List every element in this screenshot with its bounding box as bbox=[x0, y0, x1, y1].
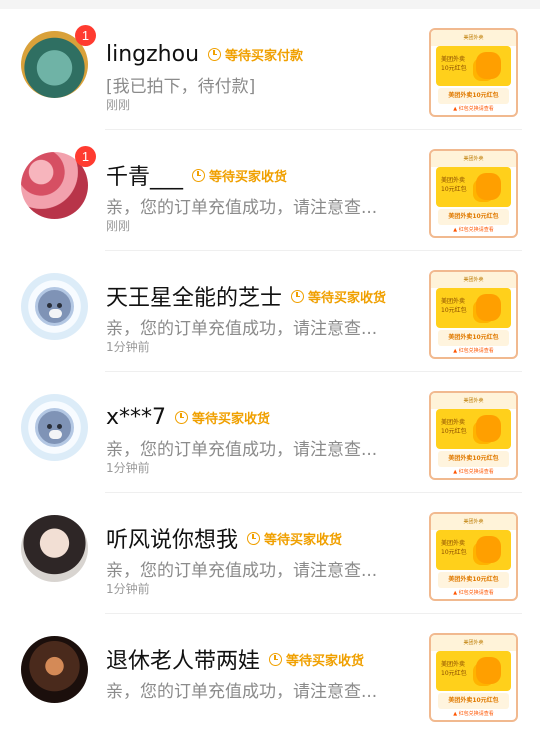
order-status: 等待买家收货 bbox=[192, 166, 287, 185]
product-thumbnail[interactable]: 美团外卖 美团外卖 10元红包 美团外卖10元红包 ▲ 红包兑换请查看 bbox=[429, 270, 518, 359]
product-thumbnail[interactable]: 美团外卖 美团外卖 10元红包 美团外卖10元红包 ▲ 红包兑换请查看 bbox=[429, 149, 518, 238]
conversation-row[interactable]: 1 lingzhou 等待买家付款 [我已拍下，待付款] 刚刚 美团外卖 美团外… bbox=[0, 9, 540, 130]
seal-avatar bbox=[21, 394, 88, 461]
product-card-top: 美团外卖 bbox=[431, 30, 516, 46]
product-card-note: ▲ 红包兑换请查看 bbox=[453, 469, 494, 475]
product-card-top: 美团外卖 bbox=[431, 514, 516, 530]
last-message: 亲，您的订单充值成功，请注意查... bbox=[106, 561, 378, 581]
product-card-text: 美团外卖 10元红包 bbox=[441, 661, 467, 677]
product-card-note: ▲ 红包兑换请查看 bbox=[453, 711, 494, 717]
buyer-name: 天王星全能的芝士 bbox=[106, 286, 283, 311]
product-card-top: 美团外卖 bbox=[431, 272, 516, 288]
last-message: 亲，您的订单充值成功，请注意查... bbox=[106, 440, 378, 460]
buyer-name: 退休老人带两娃 bbox=[106, 649, 261, 674]
order-status: 等待买家收货 bbox=[247, 529, 342, 548]
product-card-note: ▲ 红包兑换请查看 bbox=[453, 590, 494, 596]
product-card-text: 美团外卖 10元红包 bbox=[441, 540, 467, 556]
order-status: 等待买家收货 bbox=[175, 408, 270, 427]
kangaroo-icon bbox=[476, 52, 501, 79]
product-thumbnail[interactable]: 美团外卖 美团外卖 10元红包 美团外卖10元红包 ▲ 红包兑换请查看 bbox=[429, 512, 518, 601]
product-card-text: 美团外卖 10元红包 bbox=[441, 56, 467, 72]
product-thumbnail[interactable]: 美团外卖 美团外卖 10元红包 美团外卖10元红包 ▲ 红包兑换请查看 bbox=[429, 633, 518, 722]
order-status: 等待买家收货 bbox=[269, 650, 364, 669]
order-status: 等待买家收货 bbox=[291, 287, 386, 306]
conversation-row[interactable]: 退休老人带两娃 等待买家收货 亲，您的订单充值成功，请注意查... 美团外卖 美… bbox=[0, 614, 540, 735]
product-card-text: 美团外卖 10元红包 bbox=[441, 419, 467, 435]
clock-icon bbox=[208, 47, 222, 61]
unread-badge: 1 bbox=[75, 25, 96, 46]
last-message: 亲，您的订单充值成功，请注意查... bbox=[106, 198, 378, 218]
conversation-row[interactable]: 1 千青___ 等待买家收货 亲，您的订单充值成功，请注意查... 刚刚 美团外… bbox=[0, 130, 540, 251]
clock-icon bbox=[175, 410, 189, 424]
portrait-avatar bbox=[21, 515, 88, 582]
product-card-note: ▲ 红包兑换请查看 bbox=[453, 106, 494, 112]
product-card-title: 美团外卖10元红包 bbox=[438, 209, 509, 225]
buyer-name: lingzhou bbox=[106, 41, 200, 67]
product-card-text: 美团外卖 10元红包 bbox=[441, 298, 467, 314]
kangaroo-icon bbox=[476, 173, 501, 200]
product-card-title: 美团外卖10元红包 bbox=[438, 693, 509, 709]
conversation-row[interactable]: 天王星全能的芝士 等待买家收货 亲，您的订单充值成功，请注意查... 1分钟前 … bbox=[0, 251, 540, 372]
buyer-name: 千青___ bbox=[106, 165, 184, 190]
conversation-row[interactable]: 听风说你想我 等待买家收货 亲，您的订单充值成功，请注意查... 1分钟前 美团… bbox=[0, 493, 540, 614]
last-message: 亲，您的订单充值成功，请注意查... bbox=[106, 319, 378, 339]
product-card-top: 美团外卖 bbox=[431, 393, 516, 409]
product-card-note: ▲ 红包兑换请查看 bbox=[453, 227, 494, 233]
clock-icon bbox=[192, 168, 206, 182]
conversation-row[interactable]: x***7 等待买家收货 亲，您的订单充值成功，请注意查... 1分钟前 美团外… bbox=[0, 372, 540, 493]
clock-icon bbox=[247, 531, 261, 545]
product-card-text: 美团外卖 10元红包 bbox=[441, 177, 467, 193]
clock-icon bbox=[291, 289, 305, 303]
message-time: 1分钟前 bbox=[106, 461, 150, 475]
product-card-title: 美团外卖10元红包 bbox=[438, 330, 509, 346]
order-status: 等待买家付款 bbox=[208, 45, 303, 64]
kangaroo-icon bbox=[476, 536, 501, 563]
product-card-top: 美团外卖 bbox=[431, 635, 516, 651]
message-time: 1分钟前 bbox=[106, 582, 150, 596]
buyer-name: x***7 bbox=[106, 404, 167, 430]
product-thumbnail[interactable]: 美团外卖 美团外卖 10元红包 美团外卖10元红包 ▲ 红包兑换请查看 bbox=[429, 28, 518, 117]
clock-icon bbox=[269, 652, 283, 666]
conversation-list: 1 lingzhou 等待买家付款 [我已拍下，待付款] 刚刚 美团外卖 美团外… bbox=[0, 9, 540, 735]
kangaroo-icon bbox=[476, 415, 501, 442]
message-time: 刚刚 bbox=[106, 219, 131, 233]
buyer-name: 听风说你想我 bbox=[106, 528, 239, 553]
product-thumbnail[interactable]: 美团外卖 美团外卖 10元红包 美团外卖10元红包 ▲ 红包兑换请查看 bbox=[429, 391, 518, 480]
last-message: 亲，您的订单充值成功，请注意查... bbox=[106, 682, 378, 702]
unread-badge: 1 bbox=[75, 146, 96, 167]
dark-portrait-avatar bbox=[21, 636, 88, 703]
message-time: 刚刚 bbox=[106, 98, 131, 112]
kangaroo-icon bbox=[476, 294, 501, 321]
product-card-title: 美团外卖10元红包 bbox=[438, 88, 509, 104]
message-time: 1分钟前 bbox=[106, 340, 150, 354]
product-card-title: 美团外卖10元红包 bbox=[438, 572, 509, 588]
last-message: [我已拍下，待付款] bbox=[106, 77, 256, 97]
seal-avatar bbox=[21, 273, 88, 340]
product-card-top: 美团外卖 bbox=[431, 151, 516, 167]
product-card-title: 美团外卖10元红包 bbox=[438, 451, 509, 467]
product-card-note: ▲ 红包兑换请查看 bbox=[453, 348, 494, 354]
